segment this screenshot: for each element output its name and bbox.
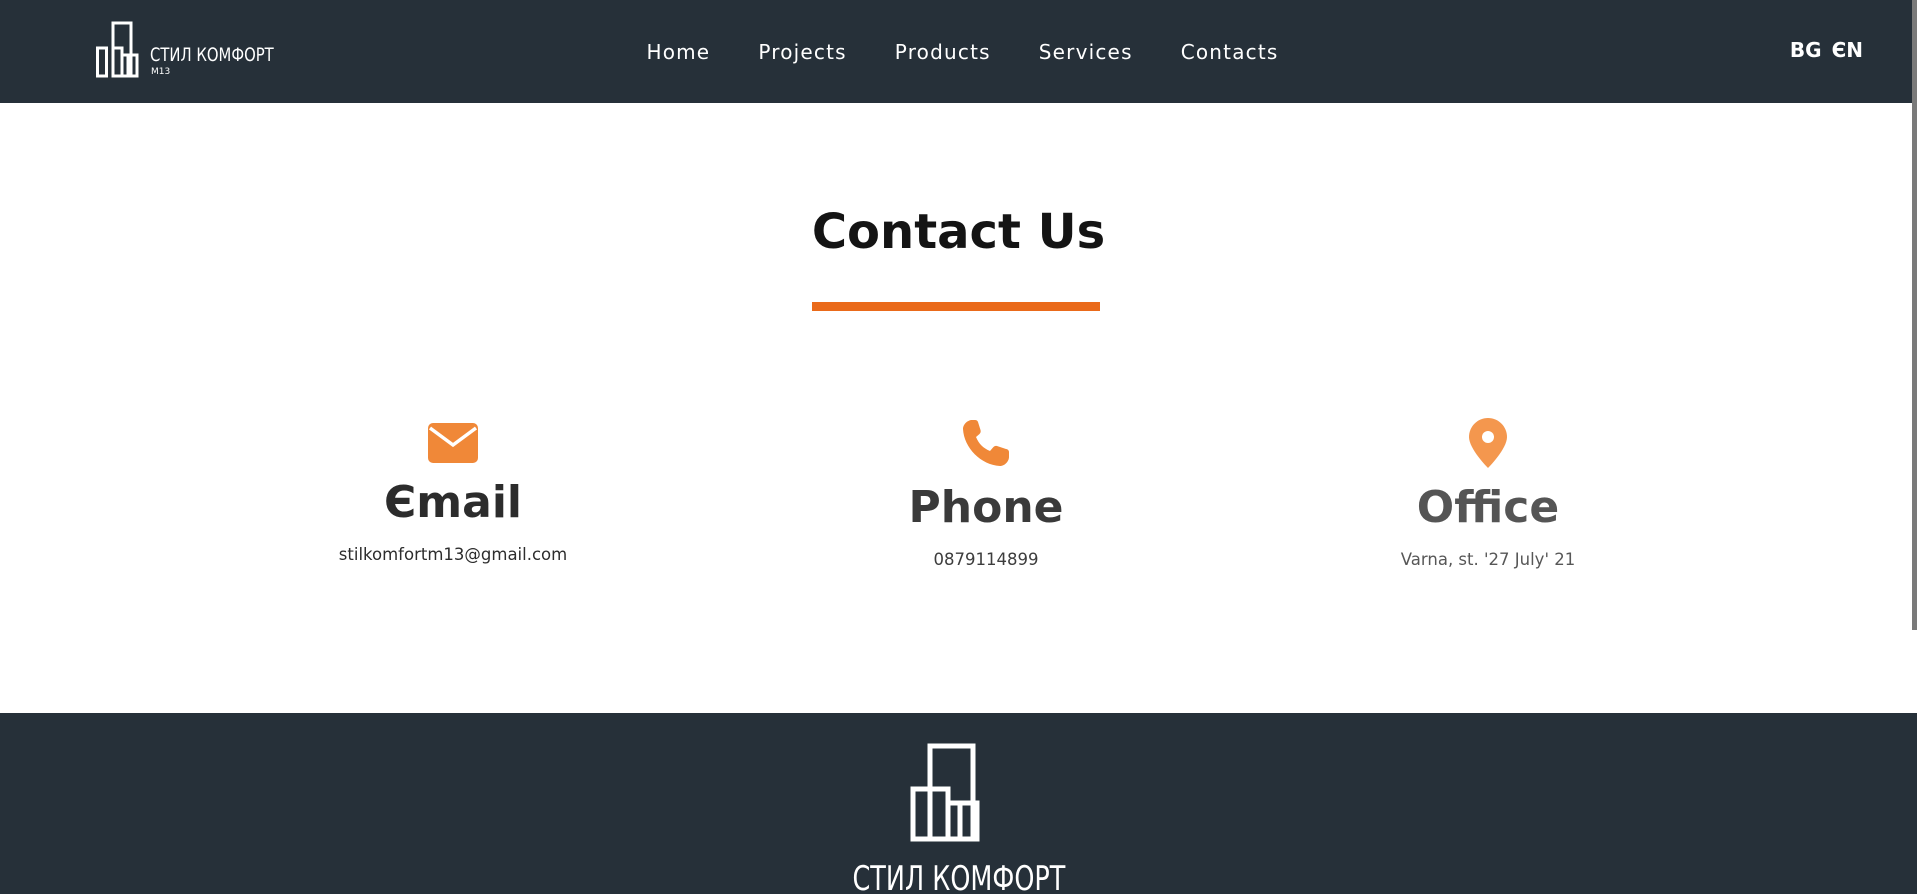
card-title-office: Office [1416, 482, 1560, 533]
nav-contacts[interactable]: Contacts [1181, 40, 1279, 64]
nav-products[interactable]: Products [895, 40, 991, 64]
main-nav: Home Projects Products Services Contacts [0, 0, 1917, 103]
page-title: Contact Us [811, 204, 1106, 260]
nav-projects[interactable]: Projects [758, 40, 846, 64]
phone-icon [963, 420, 1009, 466]
buildings-logo-icon [910, 743, 980, 842]
card-title-email: Єmail [384, 477, 522, 528]
map-pin-icon [1469, 418, 1507, 468]
contact-card-office: Office Varna, st. '27 July' 21 [1278, 418, 1698, 569]
envelope-icon [428, 423, 478, 463]
card-value-phone[interactable]: 0879114899 [776, 550, 1196, 569]
site-footer: СТИЛ КОМФОРТ [0, 713, 1917, 894]
card-title-phone: Phone [908, 482, 1064, 533]
footer-logo-text: СТИЛ КОМФОРТ [852, 859, 1065, 894]
lang-en[interactable]: ЄN [1832, 38, 1863, 62]
nav-home[interactable]: Home [646, 40, 710, 64]
language-switcher: BG ЄN [1790, 38, 1863, 62]
scrollbar[interactable] [1912, 0, 1917, 630]
page: СТИЛ КОМФОРТ M13 Home Projects Products … [0, 0, 1917, 894]
card-value-email[interactable]: stilkomfortm13@gmail.com [243, 545, 663, 564]
card-value-office: Varna, st. '27 July' 21 [1400, 550, 1576, 569]
title-underline [812, 302, 1100, 311]
nav-services[interactable]: Services [1039, 40, 1133, 64]
site-header: СТИЛ КОМФОРТ M13 Home Projects Products … [0, 0, 1917, 103]
contact-card-phone: Phone 0879114899 [776, 418, 1196, 569]
lang-bg[interactable]: BG [1790, 38, 1822, 62]
contact-card-email: Єmail stilkomfortm13@gmail.com [243, 418, 663, 564]
